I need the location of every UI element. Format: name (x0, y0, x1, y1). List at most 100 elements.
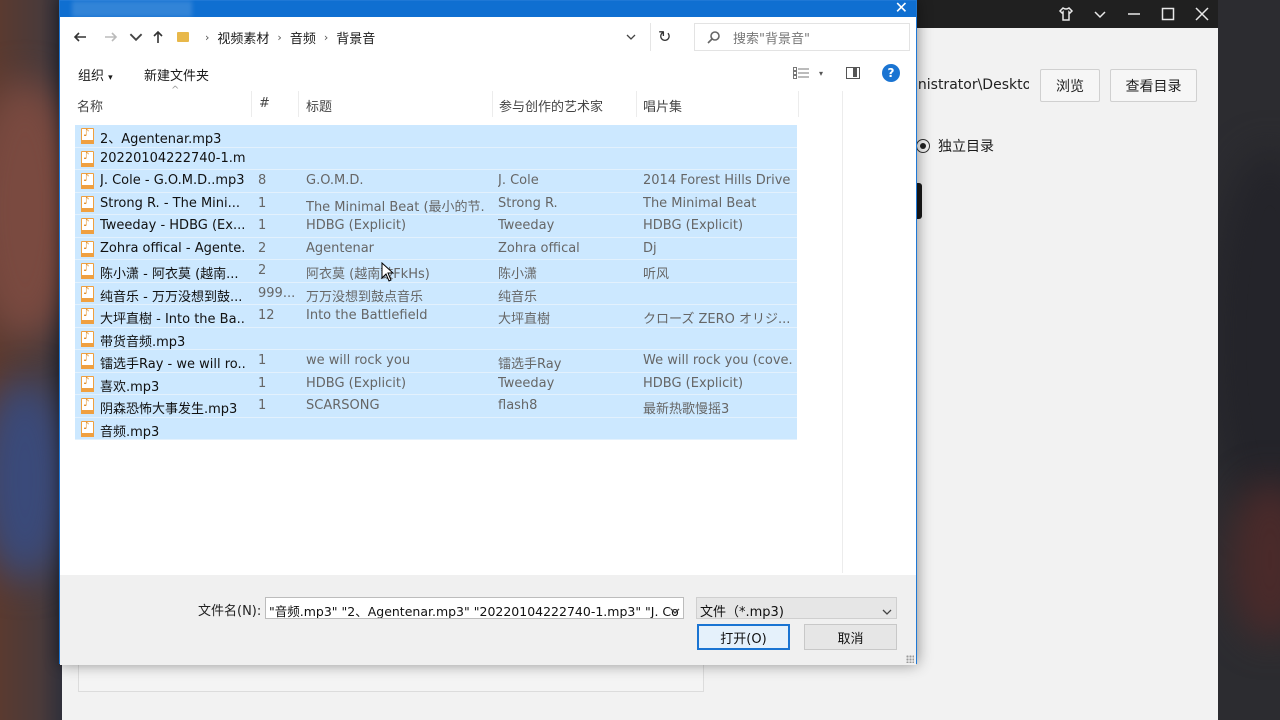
file-album: 听风 (643, 267, 670, 282)
column-track[interactable]: # (259, 96, 270, 111)
column-name[interactable]: 名称 (77, 96, 103, 115)
help-icon[interactable]: ? (882, 64, 900, 82)
file-album: We will rock you (cove... (643, 353, 793, 368)
open-button[interactable]: 打开(O) (697, 624, 790, 650)
close-icon[interactable] (1194, 6, 1210, 22)
file-album: クローズ ZERO オリジ... (643, 312, 791, 327)
file-row[interactable]: J. Cole - G.O.M.D..mp3 8 G.O.M.D. J. Cole 20… (75, 170, 797, 193)
file-row[interactable]: Tweeday - HDBG (Ex... 1 HDBG (Explicit) Twe… (75, 215, 797, 238)
file-name: 20220104222740-1.m... (100, 150, 245, 166)
file-artist: Tweeday (498, 375, 555, 391)
independent-directory-radio[interactable]: 独立目录 (916, 136, 994, 156)
file-row[interactable]: 20220104222740-1.m... (75, 147, 797, 170)
column-album[interactable]: 唱片集 (643, 96, 682, 115)
file-artist: 纯音乐 (498, 289, 538, 305)
dialog-close-icon[interactable]: ✕ (895, 0, 908, 17)
file-row[interactable]: 镭选手Ray - we will ro... 1 we will rock you 镭… (75, 350, 797, 373)
file-title: Agentenar (306, 240, 375, 256)
maximize-icon[interactable] (1160, 6, 1176, 22)
file-row[interactable]: 纯音乐 - 万万没想到鼓... 999... 万万没想到鼓点音乐 纯音乐 (75, 282, 797, 305)
filename-dropdown-icon[interactable] (670, 603, 680, 618)
filename-input[interactable]: "音频.mp3" "2、Agentenar.mp3" "202201042227… (265, 597, 684, 619)
file-title: The Minimal Beat (最小的节... (306, 199, 486, 215)
file-name: J. Cole - G.O.M.D..mp3 (100, 173, 245, 188)
skin-icon[interactable] (1058, 6, 1074, 22)
breadcrumb-item[interactable]: 视频素材 (217, 28, 269, 47)
column-title[interactable]: 标题 (306, 96, 332, 115)
preview-pane-icon[interactable] (846, 67, 860, 79)
audio-file-icon (81, 195, 94, 212)
file-row[interactable]: Strong R. - The Mini... 1 The Minimal Beat… (75, 192, 797, 215)
column-artist[interactable]: 参与创作的艺术家 (499, 96, 603, 115)
file-name: 喜欢.mp3 (100, 379, 160, 395)
forward-icon[interactable] (101, 27, 121, 47)
file-row[interactable]: 2、Agentenar.mp3 (75, 125, 797, 148)
minimize-icon[interactable] (1126, 6, 1142, 22)
file-type-select[interactable]: 文件（*.mp3) (696, 597, 897, 620)
column-divider[interactable] (798, 91, 799, 117)
breadcrumb-item[interactable]: 音频 (290, 28, 316, 47)
resize-grip-icon[interactable] (906, 655, 914, 663)
file-title: Into the Battlefield (306, 308, 428, 323)
file-row[interactable]: 阴森恐怖大事发生.mp3 1 SCARSONG flash8 最新热歌慢摇3 (75, 395, 797, 418)
file-artist: 镭选手Ray (498, 357, 562, 372)
breadcrumb-separator-icon[interactable]: › (324, 31, 328, 44)
file-name: Strong R. - The Mini... (100, 195, 241, 211)
backdrop-blob (1210, 150, 1280, 530)
back-icon[interactable] (70, 27, 90, 47)
file-name: 大坪直樹 - Into the Ba... (100, 312, 245, 327)
up-icon[interactable] (148, 27, 168, 47)
file-title: G.O.M.D. (306, 173, 364, 188)
file-album: Dj (643, 240, 657, 256)
audio-file-icon (81, 398, 94, 414)
file-row[interactable]: 喜欢.mp3 1 HDBG (Explicit) Tweeday HDBG (Expli… (75, 372, 797, 395)
cancel-button[interactable]: 取消 (804, 624, 897, 650)
file-name: 陈小潇 - 阿衣莫 (越南... (100, 267, 239, 282)
dialog-titlebar: ✕ (60, 0, 916, 17)
navigation-bar: › 视频素材 › 音频 › 背景音 ↻ 搜索"背景音" (60, 19, 916, 57)
file-track: 12 (258, 308, 275, 323)
file-row[interactable]: 带货音频.mp3 (75, 327, 797, 350)
breadcrumb-item[interactable]: 背景音 (336, 28, 375, 47)
change-view-button[interactable]: ▾ (793, 67, 823, 79)
browse-button[interactable]: 浏览 (1040, 69, 1100, 102)
address-dropdown-icon[interactable] (626, 29, 636, 44)
file-row[interactable]: 陈小潇 - 阿衣莫 (越南... 2 阿衣莫 (越南鼓FkHs) 陈小潇 听风 (75, 260, 797, 283)
file-track: 1 (258, 218, 267, 233)
address-bar[interactable]: › 视频素材 › 音频 › 背景音 (172, 23, 649, 51)
file-track: 1 (258, 398, 267, 413)
breadcrumb-separator-icon[interactable]: › (205, 31, 209, 44)
chevron-down-icon: ▾ (108, 73, 113, 83)
filename-label: 文件名(N): (198, 604, 262, 619)
new-folder-button[interactable]: 新建文件夹 (144, 65, 209, 84)
search-box[interactable]: 搜索"背景音" (694, 23, 910, 51)
file-track: 1 (258, 195, 267, 211)
folder-icon (177, 32, 189, 42)
column-divider[interactable] (251, 91, 252, 117)
audio-file-icon (81, 308, 94, 324)
file-row[interactable]: Zohra offical - Agente... 2 Agentenar Zohra… (75, 237, 797, 260)
column-divider[interactable] (298, 91, 299, 117)
radio-label: 独立目录 (938, 139, 994, 155)
file-list: 2、Agentenar.mp3 20220104222740-1.m... J. C… (75, 125, 797, 440)
organize-button[interactable]: 组织 ▾ (78, 65, 113, 84)
chevron-down-icon[interactable] (1092, 6, 1108, 22)
recent-locations-icon[interactable] (126, 27, 146, 47)
view-directory-button[interactable]: 查看目录 (1110, 69, 1197, 102)
column-divider[interactable] (636, 91, 637, 117)
radio-selected-icon[interactable] (916, 139, 930, 153)
audio-file-icon (81, 330, 94, 347)
dialog-toolbar: 组织 ▾ 新建文件夹 ▾ ? (60, 59, 916, 89)
output-path-text[interactable]: inistrator\Deskto (914, 77, 1029, 93)
column-divider[interactable] (492, 91, 493, 117)
file-open-dialog: ✕ › 视频素材 › 音频 › 背景音 ↻ 搜索"背景音" 组织 ▾ 新建文件夹… (59, 0, 917, 665)
file-track: 1 (258, 353, 267, 368)
breadcrumb-separator-icon[interactable]: › (277, 31, 281, 44)
file-title: HDBG (Explicit) (306, 218, 407, 233)
audio-file-icon (81, 128, 94, 144)
file-row[interactable]: 大坪直樹 - Into the Ba... 12 Into the Battlefi… (75, 305, 797, 328)
search-icon (707, 31, 720, 44)
file-row[interactable]: 音频.mp3 (75, 417, 797, 440)
refresh-icon[interactable]: ↻ (658, 27, 671, 46)
file-artist: Tweeday (498, 218, 555, 233)
